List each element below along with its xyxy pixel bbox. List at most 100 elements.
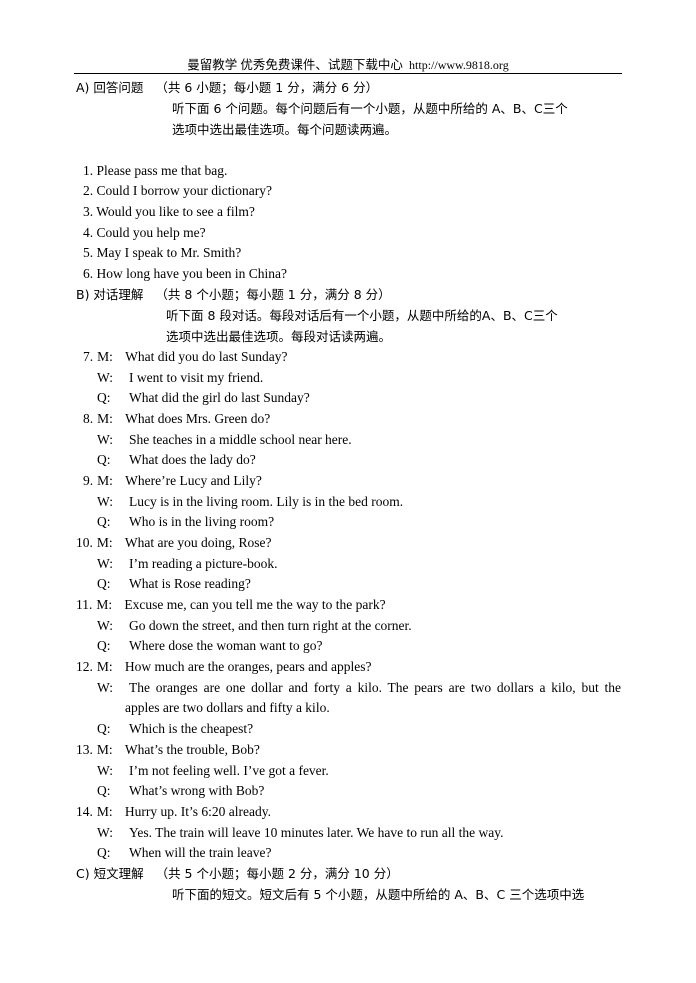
speaker-label: W:: [97, 762, 113, 778]
speaker-label: Q:: [97, 452, 111, 468]
section-b-heading: B) 对话理解 （共 8 个小题；每小题 1 分，满分 8 分）: [76, 286, 391, 304]
dialogue-line-woman: W: Yes. The train will leave 10 minutes l…: [97, 824, 503, 842]
dialogue-text: What is Rose reading?: [129, 576, 251, 592]
section-a-instruction: 选项中选出最佳选项。每个问题读两遍。: [172, 122, 398, 137]
section-a-heading: A) 回答问题 （共 6 小题；每小题 1 分，满分 6 分）: [76, 79, 378, 97]
speaker-label: W:: [97, 679, 113, 695]
speaker-label: W:: [97, 617, 113, 633]
dialogue-line-question: Q: When will the train leave?: [97, 844, 271, 862]
dialogue-line-man: 12. M: How much are the oranges, pears and…: [76, 658, 372, 676]
dialogue-line-question: Q: What did the girl do last Sunday?: [97, 389, 310, 407]
dialogue-line-question: Q: Who is in the living room?: [97, 513, 274, 531]
speaker-label: M:: [96, 535, 113, 550]
speaker-label: M:: [96, 659, 113, 674]
question-item: 6. How long have you been in China?: [83, 266, 287, 281]
speaker-label: W:: [97, 824, 113, 840]
section-c-heading: C) 短文理解 （共 5 个小题；每小题 2 分，满分 10 分）: [76, 865, 399, 883]
speaker-label: W:: [97, 555, 113, 571]
dialogue-text: What does the lady do?: [129, 452, 256, 468]
speaker-label: W:: [97, 431, 113, 447]
speaker-label: W:: [97, 369, 113, 385]
section-c-instruction: 听下面的短文。短文后有 5 个小题，从题中所给的 A、B、C 三个选项中选: [172, 887, 585, 902]
header-rule: [74, 73, 622, 74]
dialogue-number: 14.: [76, 804, 93, 819]
dialogue-text: The oranges are one dollar and forty a k…: [129, 679, 621, 695]
section-scoring: （共 8 个小题；每小题 1 分，满分 8 分）: [155, 287, 391, 302]
dialogue-line-question: Q: What does the lady do?: [97, 451, 256, 469]
dialogue-line-man: 13. M: What’s the trouble, Bob?: [76, 741, 260, 759]
dialogue-number: 11.: [76, 597, 93, 612]
speaker-label: Q:: [97, 514, 111, 530]
dialogue-line-man: 9. M: Where’re Lucy and Lily?: [83, 472, 262, 490]
dialogue-text: What are you doing, Rose?: [124, 535, 272, 550]
dialogue-text: What’s the trouble, Bob?: [124, 742, 260, 757]
dialogue-text: apples are two dollars and fifty a kilo.: [125, 700, 330, 716]
dialogue-line-question: Q: What’s wrong with Bob?: [97, 782, 264, 800]
speaker-label: Q:: [97, 390, 111, 406]
header-title: 曼留教学 优秀免费课件、试题下载中心: [187, 58, 403, 72]
speaker-label: M:: [97, 411, 113, 426]
speaker-label: Q:: [97, 783, 111, 799]
dialogue-text: When will the train leave?: [129, 845, 272, 861]
dialogue-line-woman: W: Lucy is in the living room. Lily is in…: [97, 493, 403, 511]
section-scoring: （共 6 小题；每小题 1 分，满分 6 分）: [155, 80, 379, 95]
dialogue-text: What did you do last Sunday?: [125, 349, 288, 364]
dialogue-number: 12.: [76, 659, 93, 674]
dialogue-text: Excuse me, can you tell me the way to th…: [124, 597, 386, 612]
speaker-label: Q:: [97, 638, 111, 654]
dialogue-number: 7.: [83, 349, 94, 364]
dialogue-text: I went to visit my friend.: [129, 369, 264, 385]
dialogue-text: Which is the cheapest?: [129, 720, 254, 736]
dialogue-number: 10.: [76, 535, 93, 550]
dialogue-number: 9.: [83, 473, 94, 488]
dialogue-line-woman: W: I went to visit my friend.: [97, 369, 263, 387]
section-label: A) 回答问题: [76, 80, 144, 95]
dialogue-text: Hurry up. It’s 6:20 already.: [124, 804, 271, 819]
question-item: 4. Could you help me?: [83, 225, 206, 240]
question-item: 3. Would you like to see a film?: [83, 204, 255, 219]
dialogue-line-woman-cont: apples are two dollars and fifty a kilo.: [125, 699, 330, 717]
speaker-label: Q:: [97, 845, 111, 861]
dialogue-text: Where dose the woman want to go?: [129, 638, 323, 654]
section-label: B) 对话理解: [76, 287, 144, 302]
dialogue-text: What does Mrs. Green do?: [125, 411, 271, 426]
section-scoring: （共 5 个小题；每小题 2 分，满分 10 分）: [155, 866, 399, 881]
speaker-label: M:: [96, 804, 113, 819]
question-item: 2. Could I borrow your dictionary?: [83, 183, 272, 198]
page-header: 曼留教学 优秀免费课件、试题下载中心 http://www.9818.org: [74, 57, 622, 73]
dialogue-line-question: Q: What is Rose reading?: [97, 575, 251, 593]
dialogue-line-woman: W: I’m reading a picture-book.: [97, 555, 277, 573]
speaker-label: W:: [97, 493, 113, 509]
dialogue-line-man: 11. M: Excuse me, can you tell me the way …: [76, 596, 386, 614]
section-b-instruction: 选项中选出最佳选项。每段对话读两遍。: [166, 329, 392, 344]
section-a-instruction: 听下面 6 个问题。每个问题后有一个小题，从题中所给的 A、B、C三个: [172, 101, 568, 116]
dialogue-text: She teaches in a middle school near here…: [129, 431, 352, 447]
dialogue-line-woman: W: She teaches in a middle school near he…: [97, 431, 352, 449]
dialogue-text: I’m reading a picture-book.: [129, 555, 278, 571]
dialogue-text: I’m not feeling well. I’ve got a fever.: [129, 762, 329, 778]
speaker-label: M:: [96, 742, 113, 757]
dialogue-line-woman: W: Go down the street, and then turn righ…: [97, 617, 412, 635]
dialogue-number: 8.: [83, 411, 94, 426]
dialogue-text: What did the girl do last Sunday?: [129, 390, 310, 406]
question-item: 1. Please pass me that bag.: [83, 163, 228, 178]
dialogue-line-man: 10. M: What are you doing, Rose?: [76, 534, 271, 552]
dialogue-text: Go down the street, and then turn right …: [129, 617, 412, 633]
speaker-label: M:: [96, 597, 113, 612]
dialogue-text: Who is in the living room?: [129, 514, 275, 530]
dialogue-number: 13.: [76, 742, 93, 757]
header-url: http://www.9818.org: [409, 58, 509, 72]
dialogue-text: How much are the oranges, pears and appl…: [124, 659, 372, 674]
dialogue-text: What’s wrong with Bob?: [129, 783, 265, 799]
dialogue-text: Yes. The train will leave 10 minutes lat…: [129, 824, 504, 840]
question-item: 5. May I speak to Mr. Smith?: [83, 245, 242, 260]
section-label: C) 短文理解: [76, 866, 144, 881]
dialogue-text: Where’re Lucy and Lily?: [125, 473, 262, 488]
dialogue-line-question: Q: Which is the cheapest?: [97, 720, 253, 738]
dialogue-text: Lucy is in the living room. Lily is in t…: [129, 493, 404, 509]
speaker-label: Q:: [97, 720, 111, 736]
section-b-instruction: 听下面 8 段对话。每段对话后有一个小题，从题中所给的A、B、C三个: [166, 308, 558, 323]
dialogue-line-man: 8. M: What does Mrs. Green do?: [83, 410, 270, 428]
dialogue-line-man: 7. M: What did you do last Sunday?: [83, 348, 287, 366]
speaker-label: M:: [97, 473, 113, 488]
